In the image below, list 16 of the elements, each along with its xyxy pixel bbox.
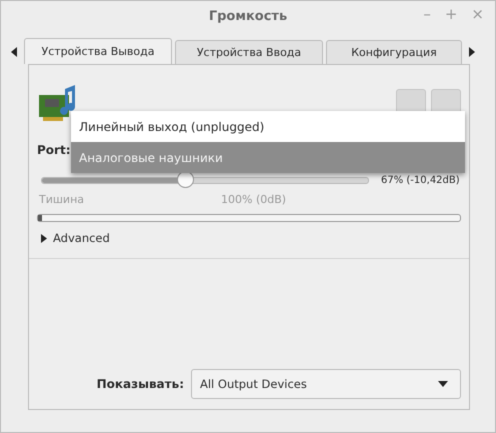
tab[interactable]: Устройства Вывода bbox=[24, 38, 172, 64]
tab[interactable]: Устройства Ввода bbox=[175, 40, 323, 64]
scroll-left-icon[interactable] bbox=[11, 46, 17, 56]
port-label: Port: bbox=[37, 143, 70, 157]
dropdown-arrow-icon[interactable] bbox=[438, 381, 448, 387]
menu-item[interactable]: Линейный выход (unplugged) bbox=[71, 111, 465, 142]
advanced-expander[interactable]: Advanced bbox=[37, 228, 114, 248]
volume-reading: 67% (-10,42dB) bbox=[381, 174, 460, 186]
window-title: Громкость bbox=[208, 8, 288, 24]
expander-arrow-icon[interactable] bbox=[41, 234, 47, 242]
scroll-right-icon[interactable] bbox=[469, 46, 475, 56]
scale-label: 100% (0dB) bbox=[221, 193, 286, 206]
devices-dropdown[interactable]: All Output Devices bbox=[191, 369, 461, 399]
show-label: Показывать: bbox=[96, 377, 184, 391]
scale-label: Тишина bbox=[39, 193, 84, 206]
tab[interactable]: Конфигурация bbox=[326, 40, 462, 64]
